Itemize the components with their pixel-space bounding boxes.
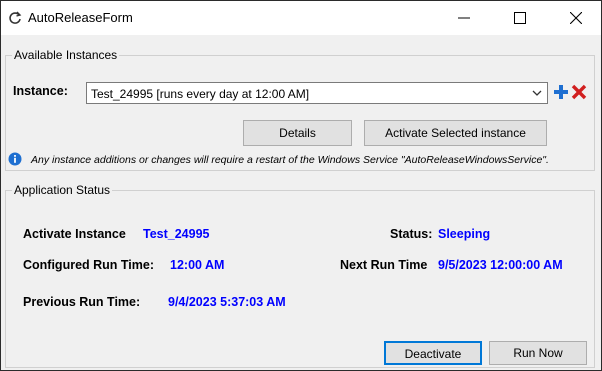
deactivate-button[interactable]: Deactivate xyxy=(384,341,482,365)
info-icon xyxy=(8,152,22,166)
activate-instance-label: Activate Instance xyxy=(23,227,126,241)
restart-notice-text: Any instance additions or changes will r… xyxy=(31,154,549,166)
minimize-button[interactable] xyxy=(441,1,487,35)
close-button[interactable] xyxy=(553,1,599,35)
activate-instance-value: Test_24995 xyxy=(143,227,210,241)
title-bar[interactable]: AutoReleaseForm xyxy=(1,1,601,35)
run-now-button[interactable]: Run Now xyxy=(489,341,587,365)
instance-label: Instance: xyxy=(13,84,68,98)
next-run-time-label: Next Run Time xyxy=(340,258,428,272)
main-window: AutoReleaseForm Available Instances Inst… xyxy=(0,0,602,371)
previous-run-time-value: 9/4/2023 5:37:03 AM xyxy=(168,295,286,309)
instance-dropdown[interactable]: Test_24995 [runs every day at 12:00 AM] xyxy=(86,82,548,104)
configured-run-time-label: Configured Run Time: xyxy=(23,258,155,272)
delete-instance-icon[interactable] xyxy=(571,83,587,101)
add-instance-icon[interactable] xyxy=(553,83,569,101)
refresh-icon xyxy=(9,11,22,24)
next-run-time-value: 9/5/2023 12:00:00 AM xyxy=(438,258,563,272)
available-instances-label: Available Instances xyxy=(12,48,120,62)
configured-run-time-value: 12:00 AM xyxy=(170,258,225,272)
instance-dropdown-value: Test_24995 [runs every day at 12:00 AM] xyxy=(91,87,310,101)
activate-selected-instance-button[interactable]: Activate Selected instance xyxy=(364,120,547,146)
window-title: AutoReleaseForm xyxy=(28,10,133,25)
close-icon xyxy=(570,12,582,24)
details-button[interactable]: Details xyxy=(243,120,352,146)
chevron-down-icon xyxy=(532,90,542,96)
status-label: Status: xyxy=(390,227,433,241)
application-status-label: Application Status xyxy=(12,183,113,197)
maximize-button[interactable] xyxy=(497,1,543,35)
status-value: Sleeping xyxy=(438,227,491,241)
previous-run-time-label: Previous Run Time: xyxy=(23,295,141,309)
minimize-icon xyxy=(458,17,470,19)
maximize-icon xyxy=(514,12,526,24)
